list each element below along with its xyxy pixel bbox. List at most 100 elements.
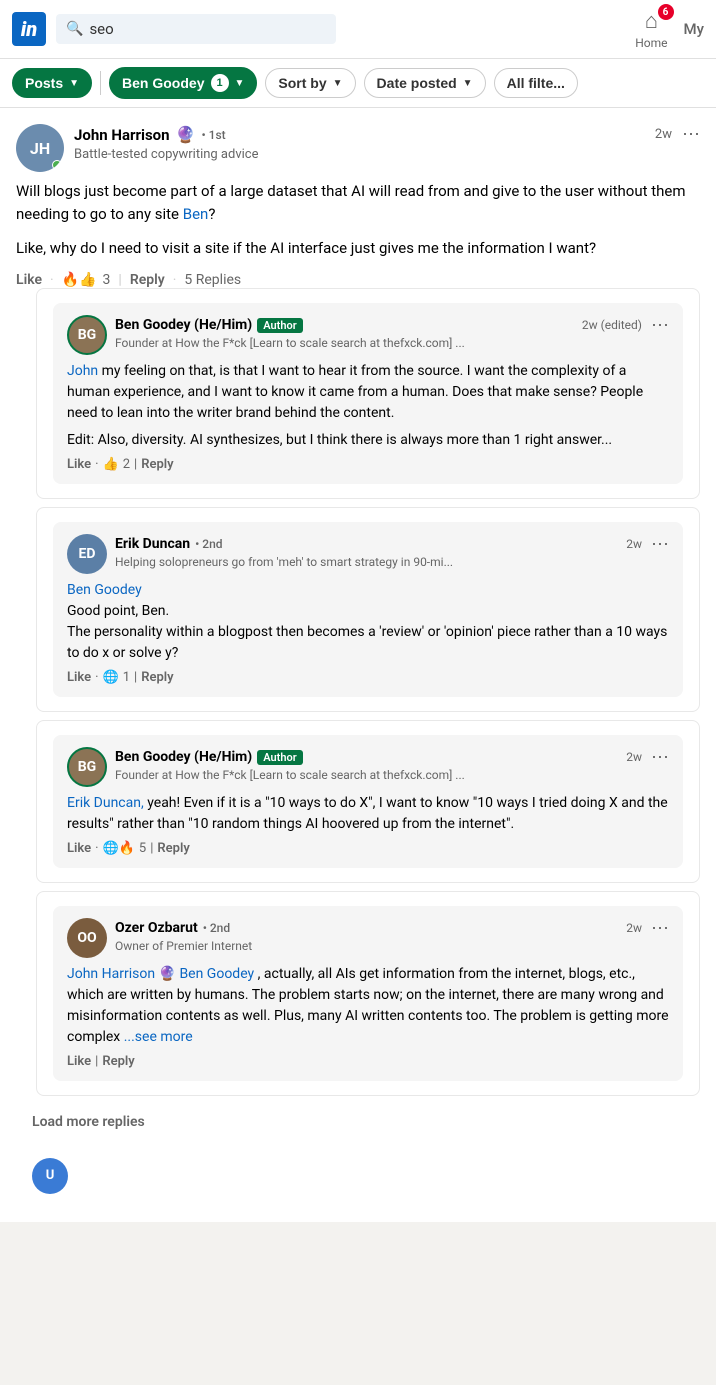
post-subtitle: Battle-tested copywriting advice <box>74 147 700 162</box>
search-bar[interactable]: 🔍 seo <box>56 14 336 44</box>
comment-3-subtitle: Founder at How the F*ck [Learn to scale … <box>115 768 669 782</box>
post-text-part1: Will blogs just become part of a large d… <box>16 182 686 223</box>
post-text-2-content: Like, why do I need to visit a site if t… <box>16 239 596 257</box>
comment-3-sep2: | <box>150 841 153 856</box>
comment-2-sep: · <box>95 670 98 685</box>
comment-3-author-badge: Author <box>257 750 302 765</box>
online-indicator <box>52 160 62 170</box>
date-posted-label: Date posted <box>377 75 457 91</box>
comment-1-actions: Like · 👍 2 | Reply <box>67 457 669 472</box>
comment-4-name-row: Ozer Ozbarut • 2nd 2w ⋯ <box>115 918 669 939</box>
my-nav-label[interactable]: My <box>684 20 704 38</box>
ben-goodey-label: Ben Goodey <box>122 75 204 91</box>
comment-1-more-btn[interactable]: ⋯ <box>651 315 669 336</box>
post-meta: John Harrison 🔮 • 1st 2w ⋯ Battle-tested… <box>74 124 700 162</box>
comment-2-more-btn[interactable]: ⋯ <box>651 534 669 555</box>
comment-1-reaction-count: 2 <box>123 457 130 472</box>
author-emoji-badge: 🔮 <box>176 125 196 144</box>
comment-1-subtitle: Founder at How the F*ck [Learn to scale … <box>115 336 669 350</box>
ben-goodey-count: 1 <box>211 74 229 92</box>
comment-1-text-body: my feeling on that, is that I want to he… <box>67 363 643 421</box>
comment-2-like-btn[interactable]: Like <box>67 670 91 685</box>
comment-1-name-row: Ben Goodey (He/Him) Author 2w (edited) ⋯ <box>115 315 669 336</box>
current-user-avatar: U <box>32 1158 68 1194</box>
header-right: ⌂ 6 Home My <box>635 8 704 50</box>
comment-3-name-row: Ben Goodey (He/Him) Author 2w ⋯ <box>115 747 669 768</box>
like-btn[interactable]: Like <box>16 272 42 288</box>
comment-4-reply-btn[interactable]: Reply <box>102 1054 134 1069</box>
post-time: 2w <box>655 127 672 142</box>
comment-4-like-btn[interactable]: Like <box>67 1054 91 1069</box>
ben-goodey-filter-btn[interactable]: Ben Goodey 1 ▼ <box>109 67 257 99</box>
comment-4-header: OO Ozer Ozbarut • 2nd 2w ⋯ Owner of Prem… <box>67 918 669 958</box>
comment-2-time: 2w <box>626 537 642 551</box>
comment-4-actions: Like | Reply <box>67 1054 669 1069</box>
comment-3-avatar: BG <box>67 747 107 787</box>
main-content: JH John Harrison 🔮 • 1st 2w ⋯ Battle-tes… <box>0 108 716 1222</box>
post-mention-ben[interactable]: Ben <box>183 205 209 223</box>
home-nav[interactable]: ⌂ 6 Home <box>635 8 667 50</box>
header: in 🔍 seo ⌂ 6 Home My <box>0 0 716 59</box>
sort-by-filter-btn[interactable]: Sort by ▼ <box>265 68 355 98</box>
comment-2-avatar: ED <box>67 534 107 574</box>
load-more-replies-btn[interactable]: Load more replies <box>16 1104 161 1146</box>
comment-4-mention1[interactable]: John Harrison <box>67 966 155 982</box>
comment-4-mention2[interactable]: Ben Goodey <box>179 966 254 982</box>
posts-chevron-icon: ▼ <box>69 78 79 89</box>
comment-2-reply-btn[interactable]: Reply <box>141 670 173 685</box>
comment-1-header: BG Ben Goodey (He/Him) Author 2w (edited… <box>67 315 669 355</box>
comment-3-reaction-icons: 🌐🔥 <box>103 841 135 856</box>
comment-4-subtitle: Owner of Premier Internet <box>115 939 669 953</box>
filter-divider <box>100 71 101 95</box>
comment-2-meta: Erik Duncan • 2nd 2w ⋯ Helping soloprene… <box>115 534 669 569</box>
comment-1-edit-note: Edit: Also, diversity. AI synthesizes, b… <box>67 430 669 451</box>
post-text-2: Like, why do I need to visit a site if t… <box>16 237 700 260</box>
comment-2-connection: • 2nd <box>195 537 222 551</box>
comment-1-meta: Ben Goodey (He/Him) Author 2w (edited) ⋯… <box>115 315 669 350</box>
comment-3-reaction-count: 5 <box>139 841 146 856</box>
all-filters-btn[interactable]: All filte... <box>494 68 578 98</box>
comment-1-like-btn[interactable]: Like <box>67 457 91 472</box>
comment-2-text: Ben Goodey Good point, Ben.The personali… <box>67 580 669 664</box>
comment-4-more-btn[interactable]: ⋯ <box>651 918 669 939</box>
reaction-count: 3 <box>103 272 111 288</box>
sort-by-label: Sort by <box>278 75 326 91</box>
comment-2-reaction-icons: 🌐 <box>103 670 119 685</box>
comment-1-sep: · <box>95 457 98 472</box>
comment-1-sep2: | <box>134 457 137 472</box>
comment-3-author: Ben Goodey (He/Him) <box>115 749 252 765</box>
comment-2-mention[interactable]: Ben Goodey <box>67 582 142 598</box>
comment-3-more-btn[interactable]: ⋯ <box>651 747 669 768</box>
comment-1-author: Ben Goodey (He/Him) <box>115 317 252 333</box>
reply-btn[interactable]: Reply <box>130 272 165 288</box>
comment-3-mention[interactable]: Erik Duncan, <box>67 795 144 811</box>
comment-1-time: 2w (edited) <box>582 318 642 332</box>
comment-1-mention[interactable]: John <box>67 363 98 379</box>
comment-2-header: ED Erik Duncan • 2nd 2w ⋯ Helping solopr… <box>67 534 669 574</box>
posts-filter-btn[interactable]: Posts ▼ <box>12 68 92 98</box>
comment-2-text-body: Good point, Ben.The personality within a… <box>67 603 667 661</box>
comment-3-reply-btn[interactable]: Reply <box>157 841 189 856</box>
post-more-btn[interactable]: ⋯ <box>682 124 700 145</box>
original-post: JH John Harrison 🔮 • 1st 2w ⋯ Battle-tes… <box>0 108 716 1222</box>
action-sep1: · <box>50 272 54 288</box>
action-sep3: · <box>173 272 177 288</box>
search-input-value: seo <box>89 20 113 38</box>
home-icon: ⌂ <box>645 8 658 34</box>
comment-3: BG Ben Goodey (He/Him) Author 2w ⋯ Found… <box>36 720 700 883</box>
comment-3-like-btn[interactable]: Like <box>67 841 91 856</box>
comment-3-sep: · <box>95 841 98 856</box>
replies-count[interactable]: 5 Replies <box>184 272 241 288</box>
comment-3-text-body: yeah! Even if it is a "10 ways to do X",… <box>67 795 668 832</box>
comment-1-reply-btn[interactable]: Reply <box>141 457 173 472</box>
home-label: Home <box>635 36 667 50</box>
post-actions: Like · 🔥👍 3 | Reply · 5 Replies <box>16 272 700 288</box>
linkedin-logo[interactable]: in <box>12 12 46 46</box>
search-icon: 🔍 <box>66 21 83 37</box>
comment-4-see-more[interactable]: ...see more <box>124 1029 193 1045</box>
comment-1: BG Ben Goodey (He/Him) Author 2w (edited… <box>36 288 700 499</box>
comment-1-inner: BG Ben Goodey (He/Him) Author 2w (edited… <box>53 303 683 484</box>
comment-4-meta: Ozer Ozbarut • 2nd 2w ⋯ Owner of Premier… <box>115 918 669 953</box>
date-posted-filter-btn[interactable]: Date posted ▼ <box>364 68 486 98</box>
post-text-question: ? <box>208 205 215 223</box>
